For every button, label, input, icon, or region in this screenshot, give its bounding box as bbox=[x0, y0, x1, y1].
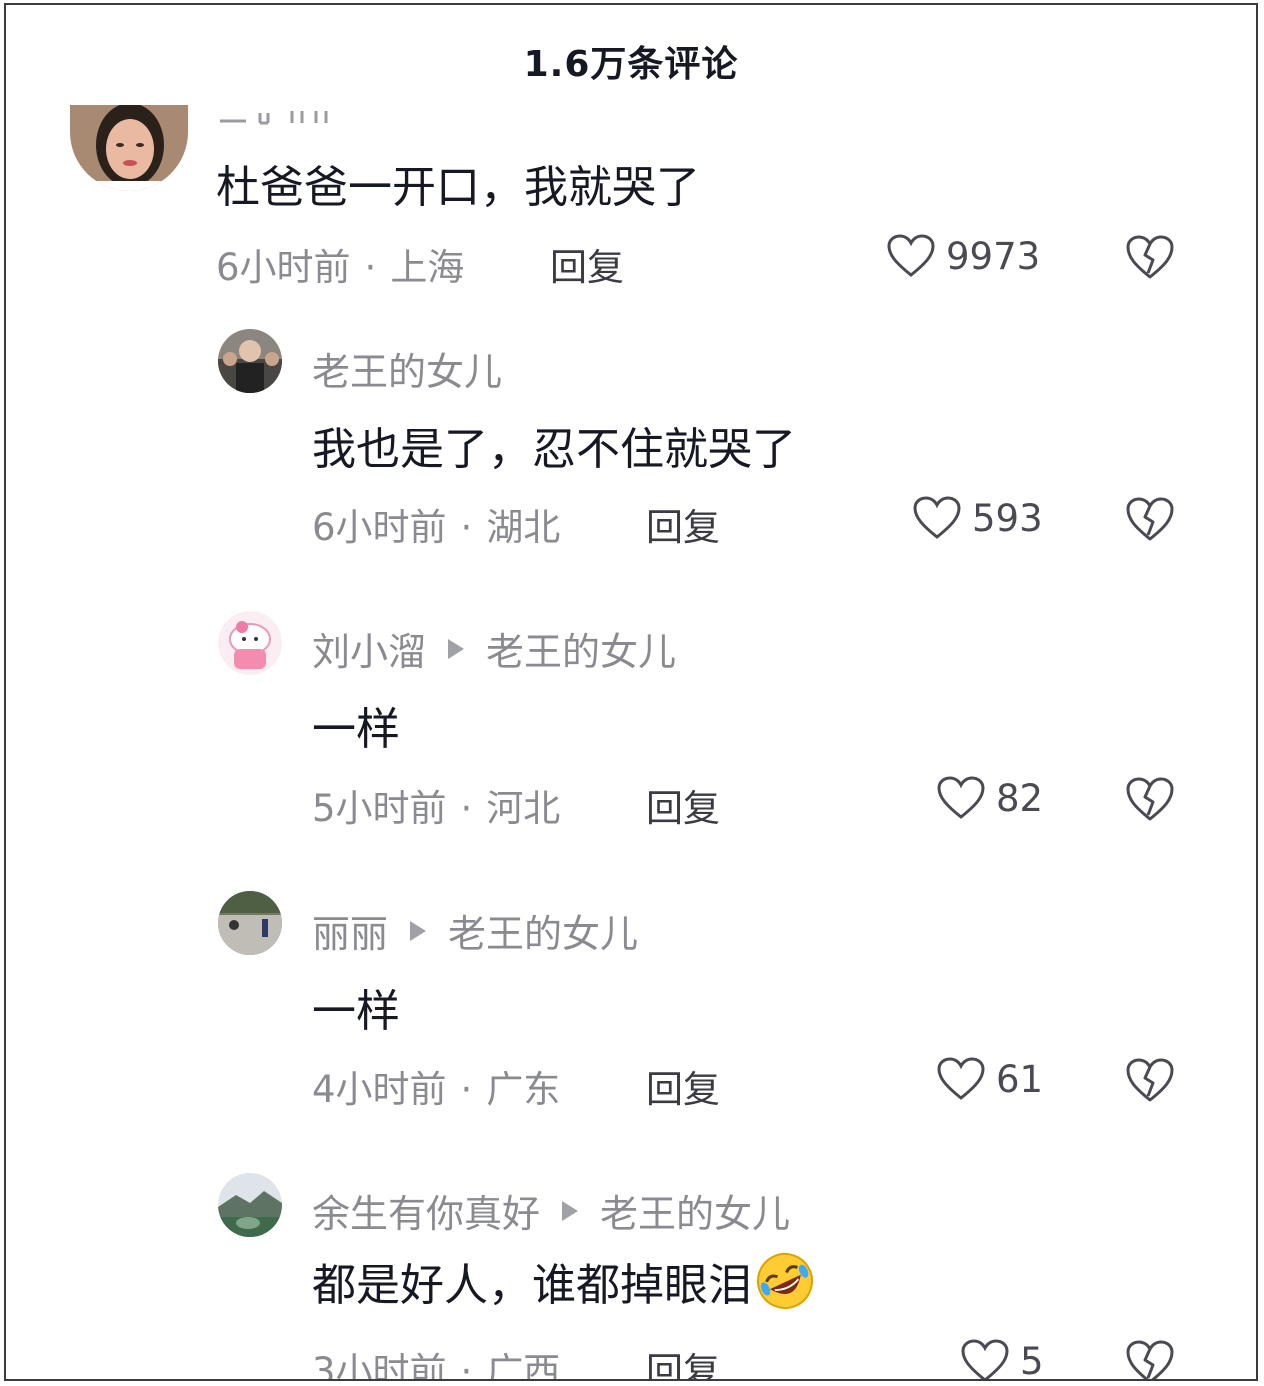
separator: · bbox=[460, 1068, 473, 1111]
avatar[interactable] bbox=[218, 611, 282, 675]
comments-header: 1.6万条评论 bbox=[523, 44, 739, 85]
comment-time: 6小时前 bbox=[312, 506, 447, 549]
comment-location: 湖北 bbox=[486, 506, 561, 549]
comment-meta: 4小时前 · 广东 bbox=[312, 1059, 560, 1113]
cropped-username bbox=[216, 103, 346, 125]
like-button[interactable]: 5 bbox=[960, 1338, 1044, 1381]
comment-time: 5小时前 bbox=[312, 787, 447, 830]
like-button[interactable]: 9973 bbox=[886, 233, 1040, 279]
like-count: 5 bbox=[1020, 1339, 1044, 1381]
comment-time: 4小时前 bbox=[312, 1068, 447, 1111]
username: 老王的女儿 bbox=[312, 341, 502, 396]
avatar[interactable] bbox=[218, 329, 282, 393]
comment-text: 都是好人，谁都掉眼泪 bbox=[312, 1249, 816, 1313]
heart-outline-icon bbox=[961, 1339, 1009, 1379]
broken-heart-icon[interactable] bbox=[1124, 233, 1176, 281]
comment-meta: 5小时前 · 河北 bbox=[312, 778, 560, 832]
triangle-right-icon bbox=[448, 638, 465, 659]
separator: · bbox=[364, 246, 377, 289]
heart-outline-icon bbox=[887, 234, 935, 277]
username: 余生有你真好 老王的女儿 bbox=[312, 1183, 790, 1238]
reply-button[interactable]: 回复 bbox=[646, 778, 720, 832]
comment-text: 一样 bbox=[312, 704, 400, 755]
reply-to-username[interactable]: 老王的女儿 bbox=[448, 903, 638, 958]
heart-outline-icon bbox=[937, 1057, 985, 1100]
comment-meta: 3小时前 · 广西 bbox=[312, 1341, 561, 1381]
avatar[interactable] bbox=[218, 891, 282, 955]
triangle-right-icon bbox=[562, 1200, 579, 1221]
avatar[interactable] bbox=[218, 1173, 282, 1237]
comment-meta: 6小时前 · 上海 bbox=[216, 237, 464, 291]
username-text[interactable]: 丽丽 bbox=[312, 903, 388, 958]
like-count: 82 bbox=[996, 776, 1044, 820]
username-text[interactable]: 老王的女儿 bbox=[312, 341, 502, 396]
comment-time: 3小时前 bbox=[312, 1350, 447, 1381]
comment-location: 上海 bbox=[390, 246, 465, 289]
username: 丽丽 老王的女儿 bbox=[312, 903, 638, 958]
separator: · bbox=[460, 1350, 473, 1381]
reply-button[interactable]: 回复 bbox=[646, 497, 720, 551]
comment-text: 一样 bbox=[312, 986, 400, 1037]
like-count: 593 bbox=[972, 496, 1043, 540]
reply-button[interactable]: 回复 bbox=[646, 1341, 720, 1379]
reply-to-username[interactable]: 老王的女儿 bbox=[486, 621, 676, 676]
broken-heart-icon[interactable] bbox=[1124, 495, 1176, 543]
comment-meta: 6小时前 · 湖北 bbox=[312, 497, 560, 551]
broken-heart-icon[interactable] bbox=[1124, 1056, 1176, 1104]
comment-text: 杜爸爸一开口，我就哭了 bbox=[216, 162, 700, 213]
reply-to-username[interactable]: 老王的女儿 bbox=[600, 1183, 790, 1238]
rofl-emoji-icon bbox=[757, 1253, 813, 1309]
separator: · bbox=[460, 506, 473, 549]
comments-panel: 1.6万条评论 杜爸爸一开口，我就哭了 6小时前 · 上海 回复 9973 老王… bbox=[4, 3, 1258, 1381]
like-count: 9973 bbox=[946, 234, 1041, 278]
username-text[interactable]: 刘小溜 bbox=[312, 621, 426, 676]
triangle-right-icon bbox=[410, 920, 427, 941]
like-button[interactable]: 593 bbox=[912, 495, 1043, 541]
comment-text: 我也是了，忍不住就哭了 bbox=[312, 424, 796, 475]
broken-heart-icon[interactable] bbox=[1124, 1338, 1176, 1381]
username: 刘小溜 老王的女儿 bbox=[312, 621, 676, 676]
comment-location: 广东 bbox=[486, 1068, 561, 1111]
like-count: 61 bbox=[996, 1057, 1044, 1101]
reply-button[interactable]: 回复 bbox=[646, 1059, 720, 1113]
reply-button[interactable]: 回复 bbox=[550, 237, 624, 291]
username-text[interactable]: 余生有你真好 bbox=[312, 1183, 540, 1238]
comment-location: 河北 bbox=[486, 787, 561, 830]
like-button[interactable]: 61 bbox=[936, 1056, 1043, 1102]
comment-time: 6小时前 bbox=[216, 246, 351, 289]
comment-text-content: 都是好人，谁都掉眼泪 bbox=[312, 1260, 752, 1311]
comment-location: 广西 bbox=[486, 1350, 561, 1381]
heart-outline-icon bbox=[913, 496, 961, 539]
heart-outline-icon bbox=[937, 776, 985, 819]
avatar[interactable] bbox=[70, 105, 188, 191]
broken-heart-icon[interactable] bbox=[1124, 775, 1176, 823]
separator: · bbox=[460, 787, 473, 830]
like-button[interactable]: 82 bbox=[936, 775, 1043, 821]
